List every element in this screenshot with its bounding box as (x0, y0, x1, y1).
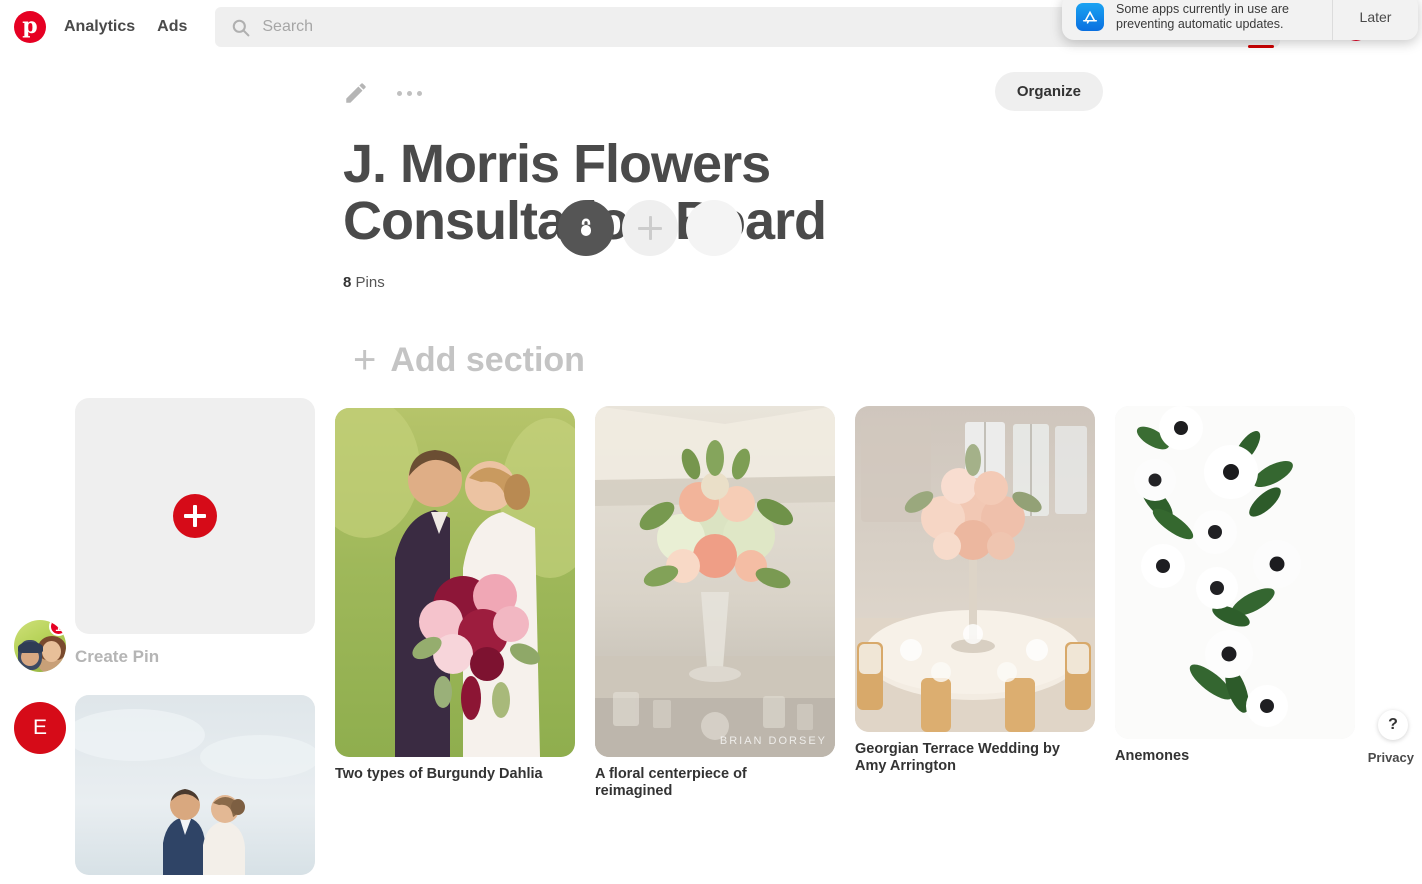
notification-later-button[interactable]: Later (1332, 0, 1418, 40)
user-avatar[interactable]: 1 (14, 620, 66, 672)
pin-photo-bride-groom-kiss (335, 408, 575, 757)
dot (397, 90, 402, 96)
pin-column: BRIAN DORSEY A floral centerpiece of rei… (595, 406, 835, 800)
dot (407, 90, 412, 96)
pin-column: Two types of Burgundy Dahlia (335, 408, 575, 783)
privacy-link[interactable]: Privacy (1368, 750, 1414, 765)
create-pin-label: Create Pin (75, 647, 160, 666)
pin-card-floral-centerpiece[interactable]: BRIAN DORSEY A floral centerpiece of rei… (595, 406, 835, 800)
pin-photo-wedding-couple (75, 695, 315, 875)
create-pin-plus-button[interactable] (173, 494, 217, 538)
pin-title: Anemones (1115, 748, 1190, 764)
pin-title: Two types of Burgundy Dahlia (335, 766, 543, 782)
pin-column: Georgian Terrace Wedding by Amy Arringto… (855, 406, 1095, 775)
organize-button[interactable]: Organize (994, 72, 1103, 111)
left-rail: 1 E (14, 620, 66, 754)
pins-count: 8 Pins (343, 274, 1103, 291)
pin-image[interactable] (335, 408, 575, 757)
pin-image[interactable] (1115, 406, 1355, 739)
avatar-face-b (42, 641, 61, 662)
notification-message: Some apps currently in use are preventin… (1116, 2, 1290, 31)
pin-photo-georgian-terrace (855, 406, 1095, 732)
pin-photo-floral-centerpiece (595, 406, 835, 757)
pinterest-logo-glyph: p (22, 13, 38, 39)
board-privacy-lock-button[interactable] (558, 200, 614, 256)
pin-image[interactable]: BRIAN DORSEY (595, 406, 835, 757)
create-pin-card[interactable]: Create Pin (75, 398, 315, 665)
nav-analytics[interactable]: Analytics (64, 18, 135, 36)
pinterest-logo[interactable]: p (14, 11, 46, 43)
app-store-icon (1076, 3, 1104, 31)
pin-image[interactable] (75, 695, 315, 875)
nav-ads[interactable]: Ads (157, 18, 187, 36)
add-section-button[interactable]: + Add section (353, 340, 585, 380)
pin-card-wedding-couple[interactable] (75, 695, 315, 875)
plus-icon (638, 216, 662, 240)
help-button[interactable]: ? (1378, 710, 1408, 740)
pin-title: Georgian Terrace Wedding by Amy Arringto… (855, 741, 1060, 774)
plus-icon (184, 505, 206, 527)
active-tab-underline (1248, 45, 1274, 48)
secondary-account-avatar[interactable]: E (14, 702, 66, 754)
board-collaborators-row (558, 200, 742, 256)
collaborator-placeholder[interactable] (686, 200, 742, 256)
add-collaborator-button[interactable] (622, 200, 678, 256)
avatar-hat (18, 642, 43, 653)
search-input[interactable] (262, 14, 1163, 40)
add-section-label: Add section (390, 340, 585, 379)
lock-icon (581, 218, 591, 236)
create-pin-box[interactable] (75, 398, 315, 634)
pin-card-anemones[interactable]: Anemones (1115, 406, 1355, 765)
pin-photo-anemones (1115, 406, 1355, 739)
board-header: Organize J. Morris Flowers Consultation … (343, 72, 1103, 291)
pin-card-georgian-terrace[interactable]: Georgian Terrace Wedding by Amy Arringto… (855, 406, 1095, 775)
pin-image[interactable] (855, 406, 1095, 732)
pin-column: Create Pin (75, 398, 315, 884)
search-icon (231, 18, 250, 37)
pin-column: Anemones (1115, 406, 1355, 765)
more-dots-icon[interactable] (397, 90, 422, 96)
pin-card-burgundy-dahlia[interactable]: Two types of Burgundy Dahlia (335, 408, 575, 783)
pencil-icon[interactable] (343, 80, 369, 106)
photo-watermark: BRIAN DORSEY (719, 735, 827, 747)
add-section-plus-icon: + (353, 338, 377, 382)
avatar-notification-badge: 1 (49, 620, 66, 636)
system-notification[interactable]: Some apps currently in use are preventin… (1062, 0, 1418, 40)
pins-label: Pins (355, 274, 385, 291)
dot (417, 90, 422, 96)
pin-title: A floral centerpiece of reimagined (595, 766, 747, 799)
board-action-row: Organize (343, 72, 1103, 114)
